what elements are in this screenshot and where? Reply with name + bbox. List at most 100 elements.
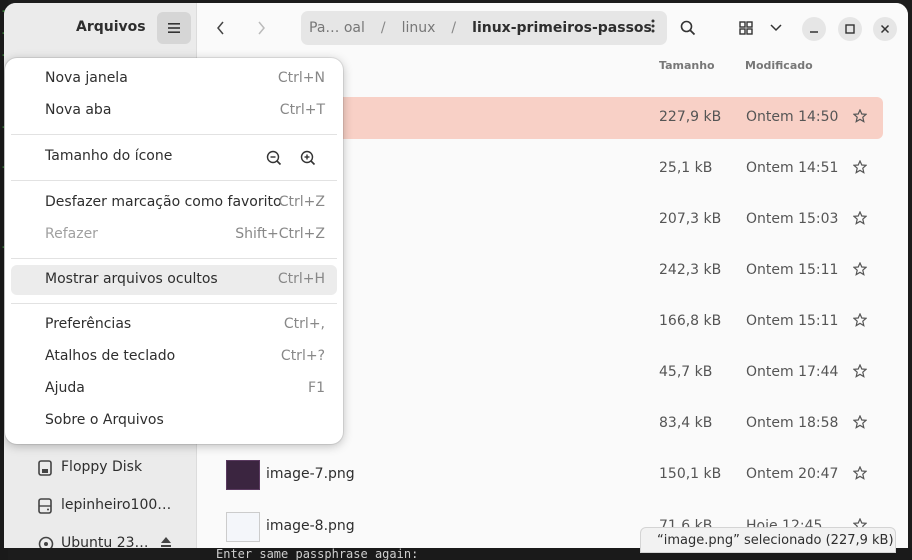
sidebar-item-label: lepinheiro100… — [61, 497, 172, 513]
menu-item-label: Atalhos de teclado — [45, 348, 176, 364]
maximize-button[interactable] — [838, 17, 862, 41]
path-separator: / — [380, 20, 386, 36]
file-size: 45,7 kB — [659, 364, 713, 380]
menu-item-label: Tamanho do ícone — [45, 148, 173, 164]
menu-separator — [11, 180, 337, 181]
drive-icon — [38, 498, 52, 514]
app-title: Arquivos — [76, 19, 146, 35]
zoom-in-icon — [300, 150, 316, 166]
menu-item-help[interactable]: Ajuda F1 — [11, 374, 337, 404]
main-menu-popover: Nova janela Ctrl+N Nova aba Ctrl+T Taman… — [5, 58, 343, 444]
back-button[interactable] — [211, 17, 231, 39]
maximize-icon — [845, 24, 855, 34]
vertical-dots-icon — [651, 19, 655, 33]
menu-item-shortcut: F1 — [308, 380, 325, 396]
path-segment[interactable]: linux — [402, 20, 436, 36]
file-size: 242,3 kB — [659, 262, 722, 278]
file-modified: Ontem 18:58 — [746, 415, 839, 431]
menu-separator — [11, 258, 337, 259]
file-size: 83,4 kB — [659, 415, 713, 431]
path-current[interactable]: linux-primeiros-passos — [472, 20, 652, 36]
file-modified: Ontem 15:11 — [746, 313, 839, 329]
chevron-right-icon — [258, 21, 265, 35]
column-header-modified[interactable]: Modificado — [745, 59, 813, 72]
sidebar-item-drive[interactable]: lepinheiro100… — [12, 489, 190, 523]
star-icon[interactable] — [852, 210, 868, 229]
menu-item-icon-size: Tamanho do ícone — [11, 142, 337, 172]
sidebar-item-ubuntu[interactable]: Ubuntu 23… — [12, 527, 190, 548]
star-icon[interactable] — [852, 363, 868, 382]
minimize-icon — [810, 31, 818, 33]
menu-item-redo: Refazer Shift+Ctrl+Z — [11, 220, 337, 250]
menu-item-label: Mostrar arquivos ocultos — [45, 271, 218, 287]
hamburger-icon — [168, 23, 180, 33]
column-header-size[interactable]: Tamanho — [659, 59, 715, 72]
menu-item-new-window[interactable]: Nova janela Ctrl+N — [11, 64, 337, 94]
menu-separator — [11, 303, 337, 304]
menu-item-shortcut: Ctrl+T — [279, 102, 325, 118]
star-icon[interactable] — [852, 159, 868, 178]
chevron-left-icon — [217, 21, 224, 35]
file-size: 166,8 kB — [659, 313, 722, 329]
terminal-fragment: e — [0, 334, 1, 347]
path-menu-button[interactable] — [651, 19, 655, 37]
file-size: 150,1 kB — [659, 466, 722, 482]
eject-icon[interactable] — [160, 536, 172, 548]
sidebar-item-floppy[interactable]: Floppy Disk — [12, 451, 190, 485]
zoom-out-button[interactable] — [263, 147, 285, 169]
path-segment[interactable]: Pa… oal — [309, 20, 365, 36]
star-icon[interactable] — [852, 261, 868, 280]
view-options-button[interactable] — [763, 15, 789, 41]
menu-item-shortcut: Ctrl+, — [283, 316, 325, 332]
star-icon[interactable] — [852, 312, 868, 331]
main-menu-button[interactable] — [157, 12, 191, 44]
file-modified: Ontem 15:03 — [746, 211, 839, 227]
selection-status: “image.png” selecionado (227,9 kB) — [640, 527, 896, 553]
zoom-in-button[interactable] — [297, 147, 319, 169]
menu-item-label: Desfazer marcação como favorito — [45, 194, 282, 210]
path-bar: Pa… oal / linux / linux-primeiros-passos — [301, 11, 667, 45]
file-modified: Ontem 14:51 — [746, 160, 839, 176]
star-icon[interactable] — [852, 465, 868, 484]
terminal-fragment: e — [0, 310, 1, 323]
grid-icon — [739, 21, 753, 35]
star-icon[interactable] — [852, 108, 868, 127]
file-modified: Ontem 17:44 — [746, 364, 839, 380]
search-button[interactable] — [675, 15, 701, 41]
file-size: 227,9 kB — [659, 109, 722, 125]
menu-item-label: Ajuda — [45, 380, 85, 396]
sidebar-item-label: Ubuntu 23… — [61, 535, 149, 548]
menu-separator — [11, 134, 337, 135]
forward-button[interactable] — [251, 17, 271, 39]
zoom-out-icon — [266, 150, 282, 166]
star-icon[interactable] — [852, 414, 868, 433]
menu-item-preferences[interactable]: Preferências Ctrl+, — [11, 310, 337, 340]
sidebar-item-label: Floppy Disk — [61, 459, 143, 475]
menu-item-undo[interactable]: Desfazer marcação como favorito Ctrl+Z — [11, 188, 337, 218]
menu-item-show-hidden[interactable]: Mostrar arquivos ocultos Ctrl+H — [11, 265, 337, 295]
file-modified: Ontem 14:50 — [746, 109, 839, 125]
file-row[interactable]: image-7.png 150,1 kB Ontem 20:47 — [218, 454, 883, 496]
view-grid-button[interactable] — [733, 15, 759, 41]
menu-item-label: Preferências — [45, 316, 132, 332]
floppy-icon — [38, 460, 52, 476]
file-size: 25,1 kB — [659, 160, 713, 176]
menu-item-shortcut: Ctrl+N — [277, 70, 325, 86]
file-size: 207,3 kB — [659, 211, 722, 227]
minimize-button[interactable] — [802, 17, 826, 41]
menu-item-shortcut: Shift+Ctrl+Z — [235, 226, 325, 242]
file-name: image-8.png — [266, 518, 355, 534]
file-thumbnail — [226, 512, 260, 542]
file-thumbnail — [226, 460, 260, 490]
menu-item-keyboard-shortcuts[interactable]: Atalhos de teclado Ctrl+? — [11, 342, 337, 372]
disc-icon — [38, 536, 54, 548]
chevron-down-icon — [770, 24, 782, 32]
menu-item-label: Refazer — [45, 226, 98, 242]
file-modified: Ontem 15:11 — [746, 262, 839, 278]
menu-item-new-tab[interactable]: Nova aba Ctrl+T — [11, 96, 337, 126]
path-separator: / — [451, 20, 457, 36]
search-icon — [680, 20, 696, 36]
menu-item-shortcut: Ctrl+Z — [278, 194, 325, 210]
close-button[interactable] — [873, 17, 897, 41]
menu-item-about[interactable]: Sobre o Arquivos — [11, 406, 337, 436]
